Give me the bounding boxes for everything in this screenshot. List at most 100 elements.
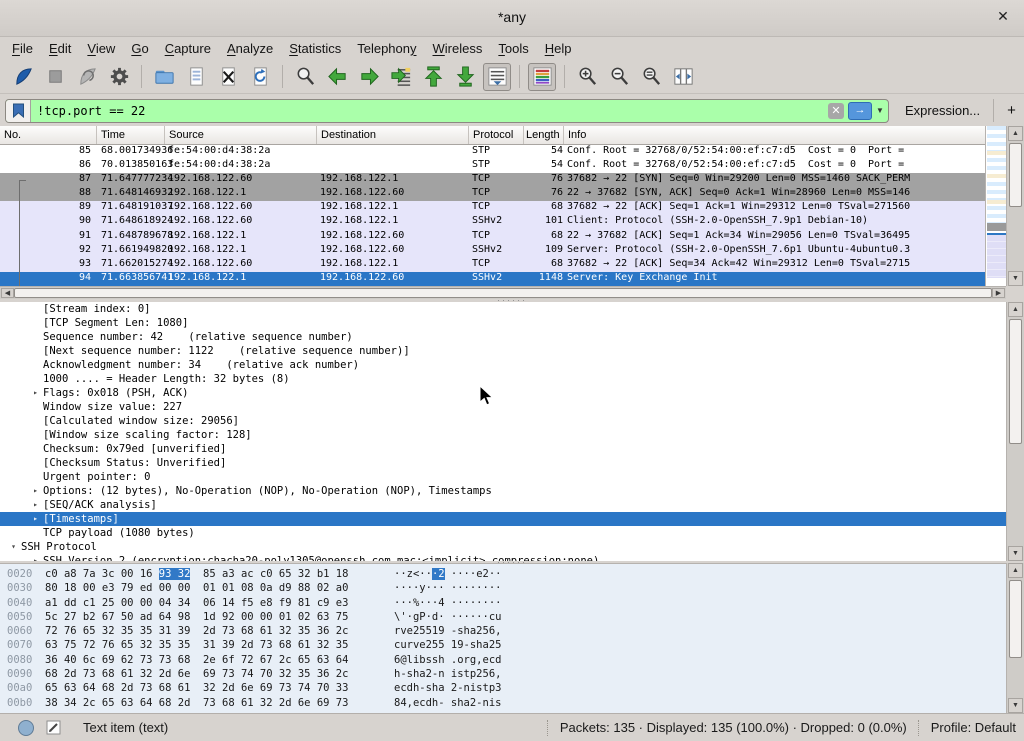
close-file-button[interactable]	[214, 63, 242, 91]
hex-row-0020[interactable]: 0020c0 a8 7a 3c 00 16 93 32 85 a3 ac c0 …	[0, 567, 1006, 581]
zoom-out-button[interactable]	[605, 63, 633, 91]
scroll-left-arrow[interactable]: ◀	[1, 288, 14, 298]
save-file-button[interactable]	[182, 63, 210, 91]
menu-statistics[interactable]: Statistics	[281, 38, 349, 59]
menu-edit[interactable]: Edit	[41, 38, 79, 59]
detail-line[interactable]: Sequence number: 42 (relative sequence n…	[0, 330, 1006, 344]
open-file-button[interactable]	[150, 63, 178, 91]
column-header-length[interactable]: Length	[524, 126, 564, 144]
detail-line[interactable]: ▾SSH Protocol	[0, 540, 1006, 554]
column-header-time[interactable]: Time	[97, 126, 165, 144]
filter-apply-button[interactable]: →	[848, 102, 872, 120]
hex-row-00a0[interactable]: 00a065 63 64 68 2d 73 68 61 32 2d 6e 69 …	[0, 681, 1006, 695]
scroll-right-arrow[interactable]: ▶	[992, 288, 1005, 298]
zoom-reset-button[interactable]	[637, 63, 665, 91]
scrollbar-thumb[interactable]	[1009, 319, 1022, 444]
menu-wireless[interactable]: Wireless	[425, 38, 491, 59]
packet-row-91[interactable]: 9171.648789678192.168.122.1192.168.122.6…	[0, 230, 985, 244]
scroll-down-arrow[interactable]: ▼	[1008, 546, 1023, 561]
hex-row-0070[interactable]: 007063 75 72 76 65 32 35 35 31 39 2d 73 …	[0, 638, 1006, 652]
packet-row-88[interactable]: 8871.648146932192.168.122.1192.168.122.6…	[0, 187, 985, 201]
detail-line[interactable]: ▸SSH Version 2 (encryption:chacha20-poly…	[0, 554, 1006, 561]
scrollbar-thumb[interactable]	[14, 288, 992, 298]
detail-line[interactable]: 1000 .... = Header Length: 32 bytes (8)	[0, 372, 1006, 386]
reload-file-button[interactable]	[246, 63, 274, 91]
menu-capture[interactable]: Capture	[157, 38, 219, 59]
go-back-button[interactable]	[323, 63, 351, 91]
hex-row-0050[interactable]: 00505c 27 b2 67 50 ad 64 98 1d 92 00 00 …	[0, 610, 1006, 624]
start-capture-button[interactable]	[9, 63, 37, 91]
menu-help[interactable]: Help	[537, 38, 580, 59]
detail-vscrollbar[interactable]: ▲ ▼	[1006, 302, 1024, 561]
hex-row-00b0[interactable]: 00b038 34 2c 65 63 64 68 2d 73 68 61 32 …	[0, 696, 1006, 710]
detail-line[interactable]: [TCP Segment Len: 1080]	[0, 316, 1006, 330]
expander-closed-icon[interactable]: ▸	[28, 484, 43, 498]
packet-row-85[interactable]: 8568.001734936fe:54:00:d4:38:2aSTP54Conf…	[0, 145, 985, 159]
column-header-no[interactable]: No.	[0, 126, 97, 144]
title-bar[interactable]: *any ✕	[0, 0, 1024, 37]
detail-line[interactable]: Urgent pointer: 0	[0, 470, 1006, 484]
go-to-packet-button[interactable]	[387, 63, 415, 91]
go-to-top-button[interactable]	[419, 63, 447, 91]
packet-row-89[interactable]: 8971.648191037192.168.122.60192.168.122.…	[0, 201, 985, 215]
menu-view[interactable]: View	[79, 38, 123, 59]
expander-closed-icon[interactable]: ▸	[28, 554, 43, 561]
expert-info-icon[interactable]	[18, 720, 34, 736]
capture-comment-icon[interactable]	[46, 720, 61, 735]
add-filter-button[interactable]: +	[993, 99, 1016, 122]
detail-line[interactable]: [Checksum Status: Unverified]	[0, 456, 1006, 470]
detail-line[interactable]: Checksum: 0x79ed [unverified]	[0, 442, 1006, 456]
scrollbar-thumb[interactable]	[1009, 143, 1022, 207]
capture-options-button[interactable]	[105, 63, 133, 91]
column-header-source[interactable]: Source	[165, 126, 317, 144]
expression-button[interactable]: Expression...	[905, 103, 980, 118]
go-to-bottom-button[interactable]	[451, 63, 479, 91]
scroll-down-arrow[interactable]: ▼	[1008, 271, 1023, 286]
packet-row-87[interactable]: 8771.647777234192.168.122.60192.168.122.…	[0, 173, 985, 187]
packet-list-hscrollbar[interactable]: ◀ ▶	[0, 286, 1006, 299]
packet-row-92[interactable]: 9271.661949820192.168.122.1192.168.122.6…	[0, 244, 985, 258]
packet-row-86[interactable]: 8670.013850163fe:54:00:d4:38:2aSTP54Conf…	[0, 159, 985, 173]
detail-line[interactable]: TCP payload (1080 bytes)	[0, 526, 1006, 540]
display-filter-input[interactable]	[31, 100, 828, 122]
hex-row-0040[interactable]: 0040a1 dd c1 25 00 00 04 34 06 14 f5 e8 …	[0, 596, 1006, 610]
menu-telephony[interactable]: Telephony	[349, 38, 424, 59]
bytes-vscrollbar[interactable]: ▲ ▼	[1006, 563, 1024, 713]
detail-line[interactable]: [Calculated window size: 29056]	[0, 414, 1006, 428]
filter-history-dropdown[interactable]: ▼	[872, 106, 888, 115]
scroll-up-arrow[interactable]: ▲	[1008, 126, 1023, 141]
hex-row-0060[interactable]: 006072 76 65 32 35 35 31 39 2d 73 68 61 …	[0, 624, 1006, 638]
detail-line[interactable]: Window size value: 227	[0, 400, 1006, 414]
expander-closed-icon[interactable]: ▸	[28, 498, 43, 512]
packet-list-vscrollbar[interactable]: ▲ ▼	[1006, 126, 1024, 286]
scrollbar-thumb[interactable]	[1009, 580, 1022, 658]
detail-line[interactable]: ▸[SEQ/ACK analysis]	[0, 498, 1006, 512]
auto-scroll-button[interactable]	[483, 63, 511, 91]
column-header-info[interactable]: Info	[564, 126, 1006, 144]
hex-row-0080[interactable]: 008036 40 6c 69 62 73 73 68 2e 6f 72 67 …	[0, 653, 1006, 667]
menu-tools[interactable]: Tools	[490, 38, 536, 59]
expander-open-icon[interactable]: ▾	[6, 540, 21, 554]
column-header-destination[interactable]: Destination	[317, 126, 469, 144]
scroll-down-arrow[interactable]: ▼	[1008, 698, 1023, 713]
detail-line[interactable]: ▸Flags: 0x018 (PSH, ACK)	[0, 386, 1006, 400]
resize-columns-button[interactable]	[669, 63, 697, 91]
packet-row-94[interactable]: 9471.663856741192.168.122.1192.168.122.6…	[0, 272, 985, 286]
detail-line[interactable]: [Next sequence number: 1122 (relative se…	[0, 344, 1006, 358]
restart-capture-button[interactable]	[73, 63, 101, 91]
detail-line[interactable]: ▸Options: (12 bytes), No-Operation (NOP)…	[0, 484, 1006, 498]
filter-clear-button[interactable]: ✕	[828, 103, 844, 119]
menu-go[interactable]: Go	[123, 38, 156, 59]
filter-bookmark-button[interactable]	[6, 100, 31, 122]
scroll-up-arrow[interactable]: ▲	[1008, 563, 1023, 578]
colorize-packets-button[interactable]	[528, 63, 556, 91]
close-window-button[interactable]: ✕	[994, 8, 1012, 25]
go-forward-button[interactable]	[355, 63, 383, 91]
packet-row-93[interactable]: 9371.662015274192.168.122.60192.168.122.…	[0, 258, 985, 272]
column-header-protocol[interactable]: Protocol	[469, 126, 524, 144]
menu-file[interactable]: File	[4, 38, 41, 59]
packet-row-90[interactable]: 9071.648618924192.168.122.60192.168.122.…	[0, 215, 985, 229]
detail-line[interactable]: [Window size scaling factor: 128]	[0, 428, 1006, 442]
stop-capture-button[interactable]	[41, 63, 69, 91]
menu-analyze[interactable]: Analyze	[219, 38, 281, 59]
